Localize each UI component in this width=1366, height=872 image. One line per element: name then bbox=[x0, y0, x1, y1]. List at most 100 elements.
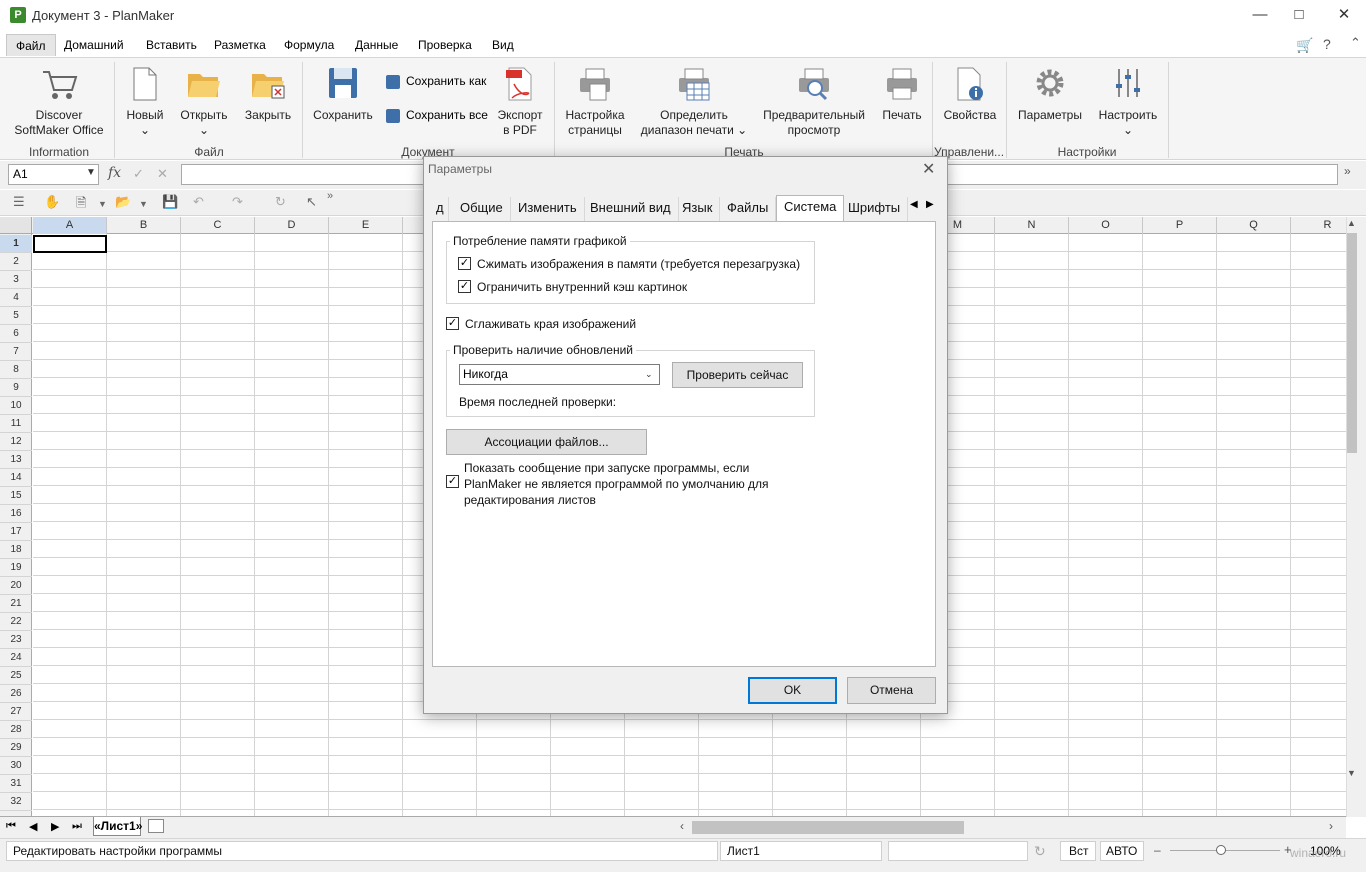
column-header-o[interactable]: O bbox=[1069, 217, 1143, 234]
check-now-button[interactable]: Проверить сейчас bbox=[672, 362, 803, 388]
expand-icon[interactable]: » bbox=[1344, 164, 1351, 178]
row-header[interactable]: 19 bbox=[0, 559, 32, 577]
row-header[interactable]: 30 bbox=[0, 757, 32, 775]
row-header[interactable]: 18 bbox=[0, 541, 32, 559]
refresh-icon[interactable]: ↻ bbox=[1034, 843, 1046, 860]
menu-icon[interactable]: ☰ bbox=[13, 194, 25, 210]
select-all-corner[interactable] bbox=[0, 217, 32, 234]
row-header[interactable]: 11 bbox=[0, 415, 32, 433]
tab-partial[interactable]: д bbox=[432, 197, 449, 221]
menu-review[interactable]: Проверка bbox=[410, 34, 480, 56]
export-pdf-button[interactable]: Экспорт в PDF bbox=[492, 66, 548, 138]
menu-view[interactable]: Вид bbox=[484, 34, 522, 56]
chevron-down-icon[interactable]: ▼ bbox=[86, 167, 96, 178]
save-button[interactable]: Сохранить bbox=[310, 66, 376, 123]
tab-scroll-right-icon[interactable]: ▶ bbox=[926, 199, 934, 210]
row-header[interactable]: 23 bbox=[0, 631, 32, 649]
last-sheet-icon[interactable]: ⏭ bbox=[72, 820, 82, 833]
repeat-icon[interactable]: ↻ bbox=[275, 194, 286, 210]
undo-icon[interactable]: ↶ bbox=[193, 194, 204, 210]
default-message-checkbox[interactable]: ✓ bbox=[446, 475, 459, 488]
row-header[interactable]: 27 bbox=[0, 703, 32, 721]
row-header[interactable]: 13 bbox=[0, 451, 32, 469]
menu-home[interactable]: Домашний bbox=[56, 34, 132, 56]
tab-fonts[interactable]: Шрифты bbox=[841, 197, 909, 221]
menu-data[interactable]: Данные bbox=[347, 34, 406, 56]
scroll-down-icon[interactable]: ▼ bbox=[1347, 768, 1356, 778]
zoom-thumb[interactable] bbox=[1216, 845, 1226, 855]
cart-icon[interactable]: 🛒 bbox=[1296, 37, 1313, 54]
print-preview-button[interactable]: Предварительный просмотр bbox=[760, 66, 868, 138]
column-header-c[interactable]: C bbox=[181, 217, 255, 234]
row-header[interactable]: 10 bbox=[0, 397, 32, 415]
pointer-icon[interactable]: ↖ bbox=[306, 194, 317, 210]
open-button[interactable]: Открыть ⌄ bbox=[176, 66, 232, 138]
collapse-ribbon-icon[interactable]: ⌃ bbox=[1350, 35, 1361, 51]
customize-button[interactable]: Настроить ⌄ bbox=[1094, 66, 1162, 138]
row-header[interactable]: 14 bbox=[0, 469, 32, 487]
chevron-down-icon[interactable]: ⌄ bbox=[645, 369, 653, 380]
smooth-label[interactable]: Сглаживать края изображений bbox=[465, 317, 636, 331]
accept-icon[interactable]: ✓ bbox=[133, 166, 144, 182]
default-message-label[interactable]: Показать сообщение при запуске программы… bbox=[464, 460, 809, 508]
scroll-right-icon[interactable]: › bbox=[1329, 819, 1333, 833]
scroll-left-icon[interactable]: ‹ bbox=[680, 819, 684, 833]
dialog-close-icon[interactable]: ✕ bbox=[922, 159, 935, 179]
help-icon[interactable]: ? bbox=[1323, 36, 1331, 52]
row-header[interactable]: 15 bbox=[0, 487, 32, 505]
row-header[interactable]: 31 bbox=[0, 775, 32, 793]
column-header-n[interactable]: N bbox=[995, 217, 1069, 234]
tab-general[interactable]: Общие bbox=[453, 197, 511, 221]
row-header[interactable]: 5 bbox=[0, 307, 32, 325]
file-associations-button[interactable]: Ассоциации файлов... bbox=[446, 429, 647, 455]
maximize-button[interactable]: □ bbox=[1276, 0, 1322, 32]
row-header[interactable]: 22 bbox=[0, 613, 32, 631]
menu-file[interactable]: Файл bbox=[6, 34, 56, 56]
status-calc-mode[interactable]: АВТО bbox=[1100, 841, 1144, 861]
tab-language[interactable]: Язык bbox=[675, 197, 721, 221]
row-header[interactable]: 7 bbox=[0, 343, 32, 361]
column-header-p[interactable]: P bbox=[1143, 217, 1217, 234]
print-button[interactable]: Печать bbox=[876, 66, 928, 123]
next-sheet-icon[interactable]: ▶ bbox=[51, 820, 59, 833]
add-sheet-icon[interactable] bbox=[148, 819, 164, 833]
row-header[interactable]: 26 bbox=[0, 685, 32, 703]
close-file-button[interactable]: Закрыть bbox=[240, 66, 296, 123]
options-button[interactable]: Параметры bbox=[1012, 66, 1088, 123]
row-header[interactable]: 17 bbox=[0, 523, 32, 541]
page-setup-button[interactable]: Настройка страницы bbox=[560, 66, 630, 138]
row-header[interactable]: 4 bbox=[0, 289, 32, 307]
prev-sheet-icon[interactable]: ◀ bbox=[29, 820, 37, 833]
more-icon[interactable]: » bbox=[327, 190, 333, 202]
status-insert-mode[interactable]: Вст bbox=[1060, 841, 1096, 861]
close-window-button[interactable]: ✕ bbox=[1321, 0, 1366, 32]
print-range-button[interactable]: Определить диапазон печати ⌄ bbox=[638, 66, 750, 138]
row-header[interactable]: 9 bbox=[0, 379, 32, 397]
zoom-out-icon[interactable]: – bbox=[1154, 843, 1161, 857]
column-header-a[interactable]: A bbox=[33, 217, 107, 234]
sheet-tab[interactable]: «Лист1» bbox=[93, 817, 142, 836]
column-header-e[interactable]: E bbox=[329, 217, 403, 234]
tab-scroll-left-icon[interactable]: ◀ bbox=[910, 199, 918, 210]
chevron-down-icon[interactable]: ▼ bbox=[98, 199, 107, 209]
properties-button[interactable]: Свойства bbox=[938, 66, 1002, 123]
tab-appearance[interactable]: Внешний вид bbox=[583, 197, 679, 221]
row-header[interactable]: 1 bbox=[0, 235, 32, 253]
active-cell[interactable] bbox=[33, 235, 107, 253]
scroll-up-icon[interactable]: ▲ bbox=[1347, 218, 1356, 228]
column-header-d[interactable]: D bbox=[255, 217, 329, 234]
row-header[interactable]: 6 bbox=[0, 325, 32, 343]
limit-cache-checkbox[interactable]: ✓ bbox=[458, 280, 471, 293]
function-icon[interactable]: fx bbox=[108, 165, 121, 181]
tab-system[interactable]: Система bbox=[776, 195, 845, 222]
hand-icon[interactable]: ✋ bbox=[44, 194, 60, 210]
row-header[interactable]: 2 bbox=[0, 253, 32, 271]
new-button[interactable]: Новый ⌄ bbox=[120, 66, 170, 138]
vertical-scroll-thumb[interactable] bbox=[1347, 233, 1357, 453]
tab-files[interactable]: Файлы bbox=[720, 197, 777, 221]
menu-layout[interactable]: Разметка bbox=[206, 34, 274, 56]
menu-insert[interactable]: Вставить bbox=[138, 34, 205, 56]
compress-checkbox[interactable]: ✓ bbox=[458, 257, 471, 270]
row-header[interactable]: 8 bbox=[0, 361, 32, 379]
row-header[interactable]: 29 bbox=[0, 739, 32, 757]
